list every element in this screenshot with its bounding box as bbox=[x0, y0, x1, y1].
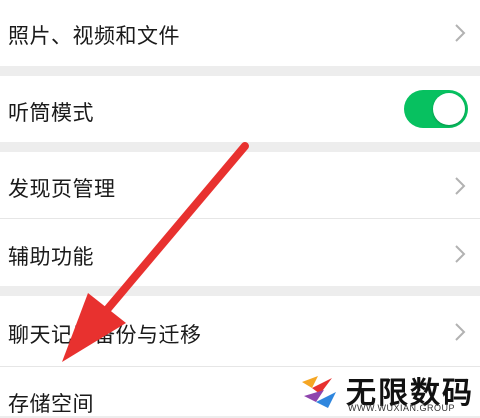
settings-item-discover-management[interactable]: 发现页管理 bbox=[0, 152, 480, 218]
settings-item-label: 辅助功能 bbox=[8, 245, 94, 269]
settings-item-label: 听筒模式 bbox=[8, 101, 94, 125]
watermark-subtitle: WWW.WUXIAN.GROUP bbox=[348, 403, 455, 413]
settings-item-accessibility[interactable]: 辅助功能 bbox=[0, 219, 480, 286]
settings-item-label: 照片、视频和文件 bbox=[8, 24, 180, 48]
watermark: 无限数码 WWW.WUXIAN.GROUP bbox=[292, 366, 480, 416]
earpiece-mode-toggle[interactable] bbox=[404, 90, 468, 128]
settings-item-chat-backup-migration[interactable]: 聊天记录备份与迁移 bbox=[0, 296, 480, 366]
chevron-right-icon bbox=[455, 177, 466, 195]
settings-item-photos-videos-files[interactable]: 照片、视频和文件 bbox=[0, 0, 480, 66]
chevron-right-icon bbox=[455, 323, 466, 341]
chevron-right-icon bbox=[455, 245, 466, 263]
chevron-right-icon bbox=[455, 24, 466, 42]
wuxian-logo-icon bbox=[302, 376, 336, 408]
toggle-knob bbox=[433, 93, 465, 125]
settings-item-label: 发现页管理 bbox=[8, 177, 116, 201]
settings-item-label: 聊天记录备份与迁移 bbox=[8, 323, 202, 347]
settings-item-label: 存储空间 bbox=[8, 392, 94, 416]
